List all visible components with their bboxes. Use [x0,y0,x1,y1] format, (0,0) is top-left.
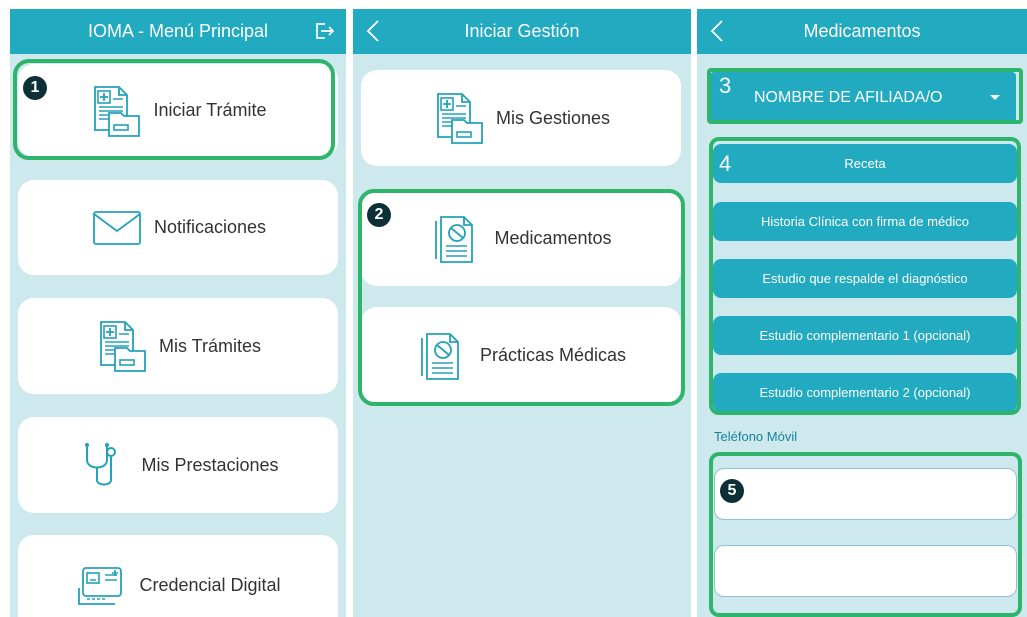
estudio-diagnostico-button[interactable]: Estudio que respalde el diagnóstico [713,259,1017,298]
page-title: IOMA - Menú Principal [87,21,269,41]
menu-item-mis-tramites[interactable]: Mis Trámites [18,298,338,394]
afiliado-select-value: NOMBRE DE AFILIADA/O [754,88,943,106]
document-folder-icon [89,84,143,138]
id-card-icon [75,558,129,612]
menu-item-notificaciones[interactable]: Notificaciones [18,180,338,275]
menu-item-label: Mis Prestaciones [141,454,279,475]
stethoscope-icon [77,438,131,492]
back-icon[interactable] [707,18,729,44]
menu-item-label: Mis Trámites [158,335,261,356]
step-badge-1: 1 [23,76,47,100]
envelope-icon [90,201,144,255]
step-badge-5: 5 [720,479,744,503]
menu-item-label: Notificaciones [153,217,267,237]
step-badge-2: 2 [367,203,391,227]
page-title: Iniciar Gestión [464,21,580,41]
step-number-4: 4 [719,151,732,176]
historia-clinica-button[interactable]: Historia Clínica con firma de médico [713,202,1017,241]
menu-item-mis-prestaciones[interactable]: Mis Prestaciones [18,417,338,513]
estudio-complementario-2-button[interactable]: Estudio complementario 2 (opcional) [713,373,1017,412]
estudio-complementario-1-button[interactable]: Estudio complementario 1 (opcional) [713,316,1017,355]
document-folder-icon [95,319,149,373]
menu-item-label: Prácticas Médicas [479,344,627,365]
afiliado-select[interactable]: NOMBRE DE AFILIADA/O [710,72,1016,123]
back-icon[interactable] [363,18,385,44]
menu-item-iniciar-tramite[interactable]: Iniciar Trámite [18,64,338,157]
main-menu-panel: IOMA - Menú Principal Iniciar Trámite No… [10,9,346,617]
menu-item-label: Iniciar Trámite [153,100,267,120]
menu-item-practicas-medicas[interactable]: Prácticas Médicas [361,307,681,403]
menu-item-mis-gestiones[interactable]: Mis Gestiones [361,70,681,166]
document-folder-icon [432,91,486,145]
step-number-3: 3 [719,73,732,98]
menu-item-label: Mis Gestiones [495,107,611,128]
iniciar-gestion-header: Iniciar Gestión [353,9,691,54]
phone-input-2[interactable] [714,545,1017,597]
menu-item-medicamentos[interactable]: Medicamentos [361,190,681,286]
caret-down-icon [990,95,1000,100]
page-title: Medicamentos [803,21,921,41]
main-menu-header: IOMA - Menú Principal [10,9,346,54]
medicamentos-header: Medicamentos [697,9,1027,54]
phone-input[interactable] [714,468,1017,520]
logout-icon[interactable] [314,21,336,41]
menu-item-label: Medicamentos [494,227,612,248]
telefono-movil-label: Teléfono Móvil [714,429,798,444]
medicamentos-panel: Medicamentos NOMBRE DE AFILIADA/O 3 Rece… [697,9,1027,617]
menu-item-label: Credencial Digital [139,574,281,595]
receta-button[interactable]: Receta [713,144,1017,183]
medicine-document-icon [416,328,470,382]
menu-item-credencial-digital[interactable]: Credencial Digital [18,535,338,617]
medicine-document-icon [430,211,484,265]
iniciar-gestion-panel: Iniciar Gestión Mis Gestiones Medicament… [353,9,691,617]
